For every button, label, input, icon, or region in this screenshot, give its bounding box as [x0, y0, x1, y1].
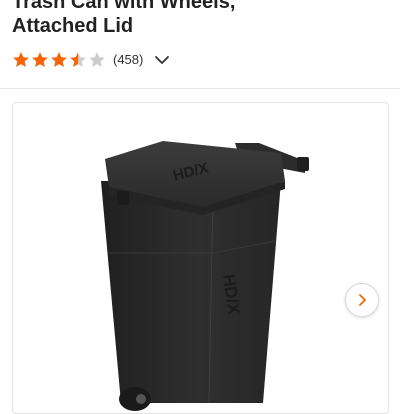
- product-image-frame[interactable]: HD/X HD/X: [12, 102, 389, 414]
- rating-row[interactable]: (458): [12, 50, 171, 70]
- star-icon: [32, 52, 48, 67]
- chevron-down-icon[interactable]: [153, 51, 171, 69]
- product-title-line-1: Trash Can with Wheels,: [12, 0, 236, 13]
- product-title-line-2: Attached Lid: [12, 15, 134, 37]
- star-rating: [12, 51, 107, 69]
- chevron-right-icon: [359, 294, 366, 306]
- star-icon: [51, 52, 67, 67]
- star-icon: [89, 52, 105, 67]
- next-image-button[interactable]: [345, 283, 379, 317]
- star-icon: [13, 52, 29, 67]
- divider: [0, 88, 400, 89]
- star-icon: [70, 52, 86, 67]
- product-title: Trash Can with Wheels, Attached Lid: [12, 0, 235, 38]
- trash-can-image: HD/X HD/X: [101, 141, 309, 411]
- review-count[interactable]: (458): [113, 51, 143, 69]
